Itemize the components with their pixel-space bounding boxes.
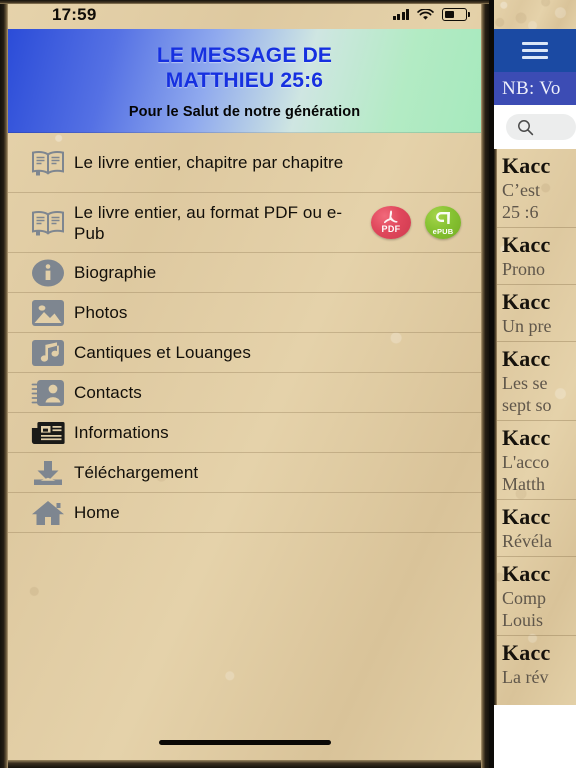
menu-item-label: Informations [74, 423, 169, 442]
list-item-title: Kacc [502, 289, 551, 314]
screen-top-bezel [0, 0, 489, 4]
list-item-title: Kacc [502, 640, 551, 665]
right-panel-left-bezel [494, 149, 497, 705]
list-item[interactable]: Kacc Un pre [494, 284, 576, 341]
list-item-title: Kacc [502, 153, 551, 178]
list-item-line: Les se [502, 373, 548, 393]
menu-item-label: Home [74, 503, 120, 522]
list-item-title: Kacc [502, 232, 551, 257]
format-badges: PDF ePUB [371, 206, 467, 239]
list-item-line: Prono [502, 259, 546, 279]
right-app-bar [494, 29, 576, 72]
list-item-line: L'acco [502, 452, 550, 472]
list-item-line: Comp [502, 588, 547, 608]
list-item-line: Matth [502, 474, 545, 494]
search-icon [518, 119, 534, 135]
list-item[interactable]: Kacc Prono [494, 227, 576, 284]
app-title-line-1: LE MESSAGE DE [156, 43, 333, 67]
pdf-badge[interactable]: PDF [371, 206, 411, 239]
right-status-bar [494, 0, 576, 29]
main-menu-list: Le livre entier, chapitre par chapitre L… [8, 133, 481, 768]
menu-item-cantiques[interactable]: Cantiques et Louanges [8, 333, 481, 373]
app-title-header: LE MESSAGE DE MATTHIEU 25:6 Pour le Salu… [8, 29, 481, 133]
list-item-title: Kacc [502, 504, 551, 529]
screen-right-bezel [481, 0, 489, 768]
right-panel-bottom-blank [494, 705, 576, 768]
phone-screen-right: NB: Vo Kacc C’est 25 :6 Kacc Prono Kacc … [494, 0, 576, 768]
list-item-line: 25 :6 [502, 202, 539, 222]
menu-item-photos[interactable]: Photos [8, 293, 481, 333]
status-bar-clock: 17:59 [52, 4, 97, 24]
right-results-list[interactable]: Kacc C’est 25 :6 Kacc Prono Kacc Un pre … [494, 149, 576, 705]
menu-item-label: Téléchargement [74, 463, 199, 482]
right-search-bar [494, 105, 576, 149]
photo-icon [22, 293, 74, 332]
pdf-badge-label: PDF [381, 224, 401, 234]
menu-item-contacts[interactable]: Contacts [8, 373, 481, 413]
contact-card-icon [22, 373, 74, 412]
list-item-title: Kacc [502, 425, 551, 450]
menu-item-home[interactable]: Home [8, 493, 481, 533]
music-note-icon [22, 333, 74, 372]
list-item[interactable]: Kacc Comp Louis [494, 556, 576, 635]
menu-item-label: Biographie [74, 263, 157, 282]
epub-badge[interactable]: ePUB [425, 206, 461, 239]
list-item-line: Un pre [502, 316, 552, 336]
list-item[interactable]: Kacc Révéla [494, 499, 576, 556]
menu-item-label: Cantiques et Louanges [74, 343, 251, 362]
list-item[interactable]: Kacc Les se sept so [494, 341, 576, 420]
list-item-line: sept so [502, 395, 552, 415]
epub-glyph-icon [436, 212, 450, 224]
list-item-line: C’est [502, 180, 540, 200]
epub-badge-label: ePUB [432, 227, 454, 236]
list-item-line: Révéla [502, 531, 552, 551]
open-book-icon [22, 193, 74, 252]
home-indicator[interactable] [158, 740, 331, 745]
menu-item-label: Le livre entier, chapitre par chapitre [74, 153, 344, 172]
hamburger-menu-icon[interactable] [522, 42, 548, 59]
menu-item-informations[interactable]: Informations [8, 413, 481, 453]
screen-bottom-bezel [0, 760, 489, 768]
download-icon [22, 453, 74, 492]
list-item-line: Louis [502, 610, 544, 630]
info-circle-icon [22, 253, 74, 292]
menu-item-livre-pdf-epub[interactable]: Le livre entier, au format PDF ou e-Pub … [8, 193, 481, 253]
menu-item-livre-chapitre[interactable]: Le livre entier, chapitre par chapitre [8, 133, 481, 193]
status-bar-indicators [392, 0, 470, 29]
list-item-title: Kacc [502, 346, 551, 371]
list-item-line: La rév [502, 667, 549, 687]
list-item-title: Kacc [502, 561, 551, 586]
app-title-line-2: MATTHIEU 25:6 [165, 68, 324, 92]
wifi-icon [417, 8, 434, 20]
screen-left-bezel [0, 0, 8, 768]
menu-item-label: Photos [74, 303, 128, 322]
page-title: LE MESSAGE DE MATTHIEU 25:6 [157, 43, 332, 93]
right-notice-bar: NB: Vo [494, 72, 576, 105]
menu-item-label: Le livre entier, au format PDF ou e-Pub [74, 202, 343, 243]
open-book-icon [22, 133, 74, 192]
signal-dots-icon [392, 9, 409, 20]
phone-screen-left: 17:59 LE MESSAGE DE MATTHIEU 25:6 Pour l… [0, 0, 489, 768]
app-subtitle: Pour le Salut de notre génération [128, 103, 361, 120]
battery-icon [442, 8, 470, 21]
home-icon [22, 493, 74, 532]
menu-item-label: Contacts [74, 383, 142, 402]
list-item[interactable]: Kacc C’est 25 :6 [494, 149, 576, 227]
status-bar: 17:59 [0, 0, 489, 29]
newspaper-icon [22, 413, 74, 452]
right-notice-text: NB: Vo [502, 77, 561, 99]
list-item[interactable]: Kacc L'acco Matth [494, 420, 576, 499]
menu-item-biographie[interactable]: Biographie [8, 253, 481, 293]
list-item[interactable]: Kacc La rév [494, 635, 576, 692]
menu-item-telechargement[interactable]: Téléchargement [8, 453, 481, 493]
search-input[interactable] [506, 114, 576, 140]
